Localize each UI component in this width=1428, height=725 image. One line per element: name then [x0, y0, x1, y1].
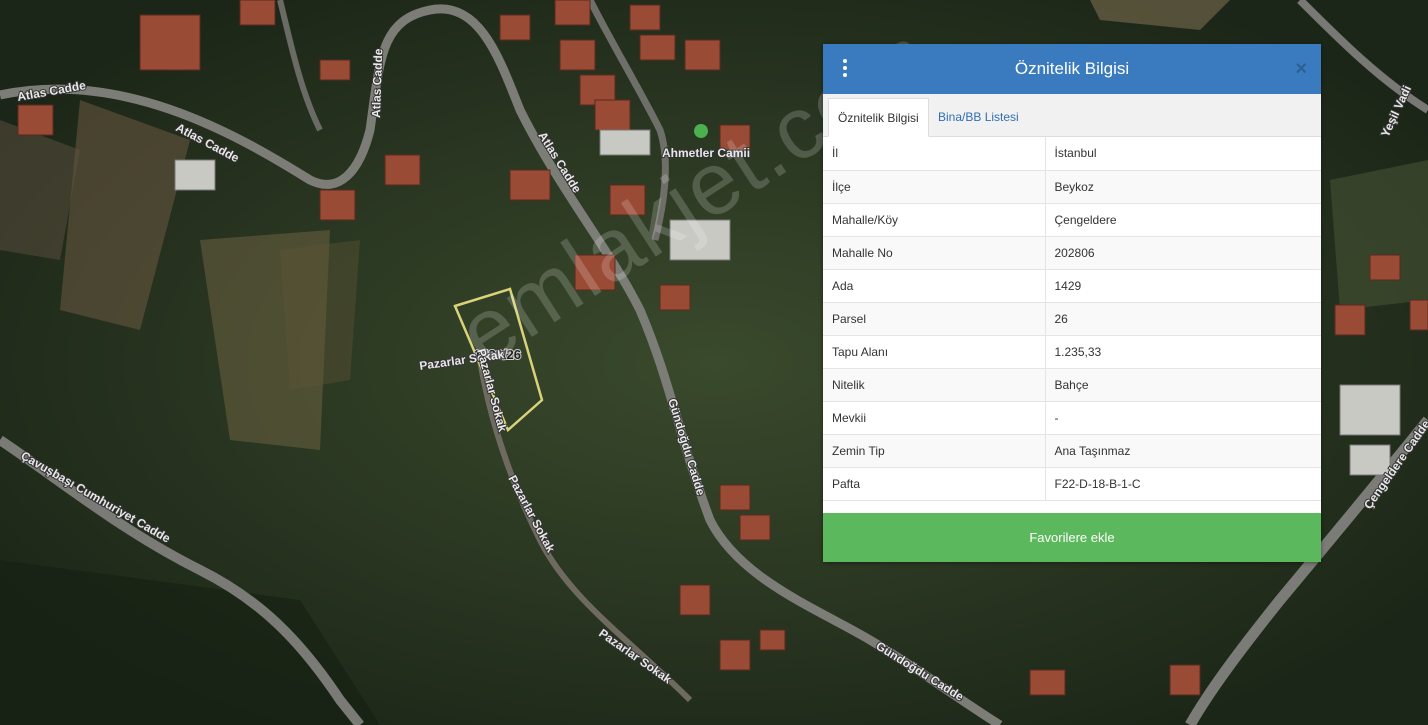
- attr-value: 202806: [1045, 236, 1321, 270]
- attr-key: Mahalle/Köy: [823, 203, 1046, 237]
- attr-value: 1.235,33: [1045, 335, 1321, 369]
- attribute-table: İl İstanbul İlçe Beykoz Mahalle/Köy Çengeld…: [823, 137, 1321, 501]
- panel-header: Öznitelik Bilgisi ×: [823, 44, 1321, 94]
- mosque-icon: [694, 124, 708, 138]
- table-row: Pafta F22-D-18-B-1-C: [823, 467, 1321, 501]
- panel-title: Öznitelik Bilgisi: [1014, 59, 1130, 78]
- poi-label: Ahmetler Camii: [662, 146, 750, 160]
- attr-key: Tapu Alanı: [823, 335, 1046, 369]
- attr-key: İlçe: [823, 170, 1046, 204]
- attr-value: İstanbul: [1045, 137, 1321, 171]
- attr-key: Ada: [823, 269, 1046, 303]
- table-row: Tapu Alanı 1.235,33: [823, 335, 1321, 369]
- attr-value: Ana Taşınmaz: [1045, 434, 1321, 468]
- attr-value: Bahçe: [1045, 368, 1321, 402]
- table-row: Parsel 26: [823, 302, 1321, 336]
- tab-building-list[interactable]: Bina/BB Listesi: [929, 98, 1028, 136]
- table-row: Mahalle/Köy Çengeldere: [823, 203, 1321, 237]
- attr-value: Beykoz: [1045, 170, 1321, 204]
- attr-key: Mevkii: [823, 401, 1046, 435]
- table-row: Mahalle No 202806: [823, 236, 1321, 270]
- attr-key: Parsel: [823, 302, 1046, 336]
- attr-value: Çengeldere: [1045, 203, 1321, 237]
- attr-key: Nitelik: [823, 368, 1046, 402]
- tab-attribute-info[interactable]: Öznitelik Bilgisi: [828, 98, 929, 137]
- table-row: Ada 1429: [823, 269, 1321, 303]
- attr-value: F22-D-18-B-1-C: [1045, 467, 1321, 501]
- attr-value: 26: [1045, 302, 1321, 336]
- table-row: Nitelik Bahçe: [823, 368, 1321, 402]
- road-label: Atlas Cadde: [369, 48, 385, 118]
- tab-bar: Öznitelik Bilgisi Bina/BB Listesi: [823, 94, 1321, 137]
- table-row: İlçe Beykoz: [823, 170, 1321, 204]
- table-row: Mevkii -: [823, 401, 1321, 435]
- attr-key: Pafta: [823, 467, 1046, 501]
- table-row: Zemin Tip Ana Taşınmaz: [823, 434, 1321, 468]
- attr-value: 1429: [1045, 269, 1321, 303]
- attr-key: Mahalle No: [823, 236, 1046, 270]
- close-icon[interactable]: ×: [1295, 57, 1307, 81]
- attribute-info-panel: Öznitelik Bilgisi × Öznitelik Bilgisi Bi…: [823, 44, 1321, 562]
- attr-key: Zemin Tip: [823, 434, 1046, 468]
- table-row: İl İstanbul: [823, 137, 1321, 171]
- add-to-favorites-button[interactable]: Favorilere ekle: [823, 513, 1321, 562]
- attr-value: -: [1045, 401, 1321, 435]
- attr-key: İl: [823, 137, 1046, 171]
